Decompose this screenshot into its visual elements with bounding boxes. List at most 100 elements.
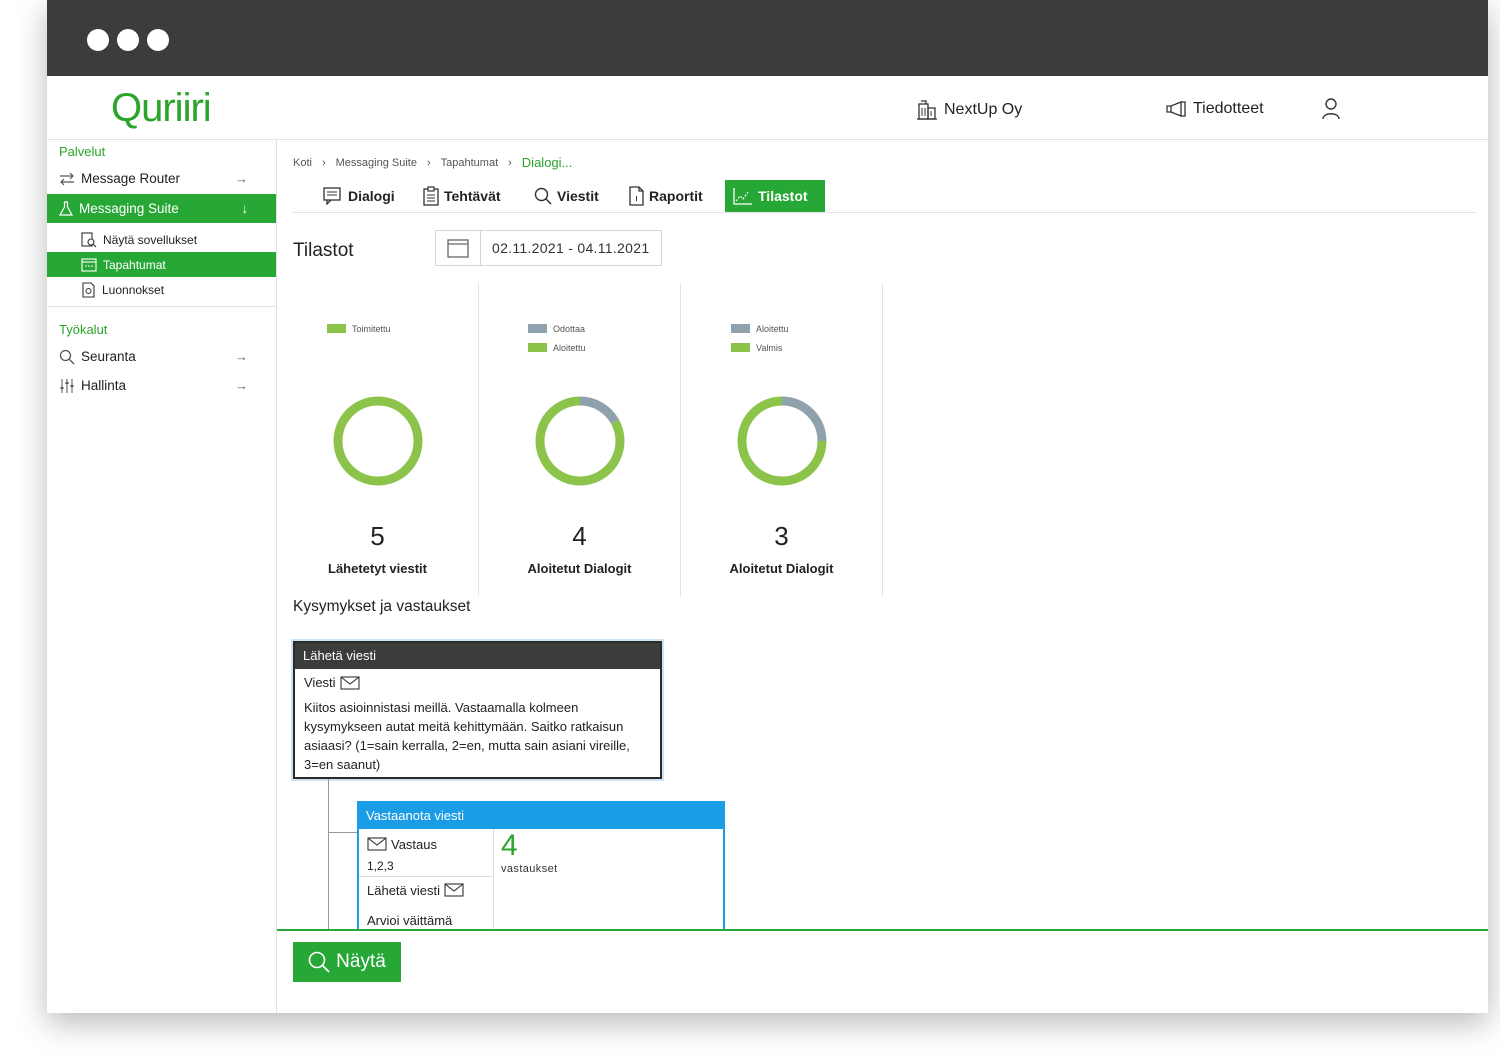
breadcrumb: Koti › Messaging Suite › Tapahtumat › Di… [293,155,572,170]
app-window: Quriiri NextUp Oy Tiedotteet Palvelut Me… [47,0,1488,1013]
draft-icon [82,281,95,298]
sidebar-item-message-router[interactable]: Message Router → [47,164,276,193]
tab-statistics[interactable]: Tilastot [725,180,825,212]
company-name: NextUp Oy [944,101,1023,118]
tab-label: Tilastot [758,188,808,204]
show-button-label: Näytä [336,951,386,972]
chevron-right-icon: › [426,156,431,169]
stat-value: 5 [370,521,385,551]
tab-bar: Dialogi Tehtävät Viestit Raportit Tilast… [293,180,1476,213]
legend-item: Aloitettu [731,323,882,334]
sidebar-item-messaging-suite[interactable]: Messaging Suite ↓ [47,194,276,223]
envelope-icon [444,883,464,897]
legend-label: Aloitettu [553,342,586,353]
send-label: Lähetä viesti [367,882,440,898]
chart-legend: Aloitettu Valmis [681,323,882,353]
flow-node-receive-message[interactable]: Vastaanota viesti Vastaus 1,2,3 Lähetä v… [357,801,725,931]
legend-label: Aloitettu [756,323,789,334]
breadcrumb-item[interactable]: Tapahtumat [441,157,498,169]
tab-messages[interactable]: Viestit [526,180,607,212]
arrow-down-icon: ↓ [241,201,249,216]
sidebar-subitem-label: Luonnokset [102,282,165,297]
arrow-right-icon: → [235,171,248,186]
sidebar-subitem-label: Tapahtumat [103,257,166,272]
stat-label: Aloitetut Dialogit [527,561,632,576]
sidebar-subitem-apps[interactable]: Näytä sovellukset [47,227,276,252]
announcements-link[interactable]: Tiedotteet [1165,100,1264,118]
breadcrumb-current: Dialogi... [521,155,573,170]
stat-label: Aloitetut Dialogit [729,561,834,576]
tab-dialog[interactable]: Dialogi [315,180,403,212]
chevron-right-icon: › [508,156,512,169]
breadcrumb-item[interactable]: Koti [293,157,312,169]
legend-item: Toimitettu [327,323,478,334]
flow-connector [328,779,329,931]
tab-label: Dialogi [348,188,395,204]
donut-chart [737,396,827,486]
arrow-right-icon: → [235,378,248,393]
logo[interactable]: Quriiri [111,86,212,131]
tab-label: Viestit [557,188,599,204]
building-icon [917,100,937,120]
app-header: Quriiri NextUp Oy Tiedotteet [47,76,1488,140]
megaphone-icon [1166,101,1186,117]
legend-label: Valmis [756,342,783,353]
sidebar-item-label: Message Router [81,171,181,186]
chat-icon [323,187,341,205]
tab-tasks[interactable]: Tehtävät [415,180,509,212]
arrow-right-icon: → [235,349,248,364]
donut-chart [535,396,625,486]
legend-label: Toimitettu [352,323,391,334]
sidebar-item-tracking[interactable]: Seuranta → [47,342,276,371]
donut-slice-toimitettu [333,396,423,486]
flow-node-send-message[interactable]: Lähetä viesti Viesti Kiitos asioinnistas… [293,641,662,779]
node-details: Vastaus 1,2,3 Lähetä viesti Arvioi väitt… [359,829,494,931]
sidebar-subitem-label: Näytä sovellukset [103,232,198,247]
clipboard-icon [423,186,439,206]
user-menu[interactable] [1321,98,1341,120]
send-row[interactable]: Lähetä viesti [359,877,493,903]
sidebar-divider [47,306,276,307]
envelope-icon [340,675,360,690]
sidebar: Palvelut Message Router → Messaging Suit… [47,140,277,1013]
legend-item: Valmis [731,342,882,353]
stat-card-started-dialogs: Odottaa Aloitettu 4 Aloitetut Dialogit [479,283,681,596]
window-dot[interactable] [87,29,109,51]
calendar-icon [81,258,97,272]
tab-label: Tehtävät [444,188,501,204]
sidebar-subitem-events[interactable]: Tapahtumat [47,252,276,277]
stat-card-sent: Toimitettu 5 Lähetetyt viestit [277,283,479,596]
sliders-icon [60,378,74,393]
node-type-label: Viesti [304,675,336,690]
window-dot[interactable] [117,29,139,51]
legend-label: Odottaa [553,323,586,334]
breadcrumb-item[interactable]: Messaging Suite [336,157,417,169]
stat-card-started-dialogs-2: Aloitettu Valmis 3 Aloitetut Dialogit [681,283,883,596]
flask-icon [59,200,73,216]
show-button[interactable]: Näytä [293,942,401,982]
evaluate-row[interactable]: Arvioi väittämä [359,903,493,929]
qa-section-title: Kysymykset ja vastaukset [293,598,471,615]
sidebar-section-tools: Työkalut [59,322,108,337]
sidebar-item-management[interactable]: Hallinta → [47,371,276,400]
legend-swatch [731,343,750,352]
search-icon [59,349,75,364]
flow-connector [328,832,357,833]
legend-swatch [528,324,547,333]
tab-label: Raportit [649,188,703,204]
window-titlebar [47,0,1488,76]
footer-divider [277,929,1488,931]
company-selector[interactable]: NextUp Oy [916,100,1022,120]
date-range-picker[interactable]: 02.11.2021 - 04.11.2021 [435,230,662,266]
doc-search-icon [81,231,97,247]
node-type-row: Viesti [295,669,660,690]
sidebar-subitem-drafts[interactable]: Luonnokset [47,277,276,302]
legend-swatch [528,343,547,352]
stat-label: Lähetetyt viestit [328,561,427,576]
tab-reports[interactable]: Raportit [621,180,711,212]
stat-value: 4 [572,521,587,551]
swap-arrows-icon [60,172,74,185]
window-dot[interactable] [147,29,169,51]
calendar-button[interactable] [436,231,481,265]
answer-label: Vastaus [391,836,438,852]
